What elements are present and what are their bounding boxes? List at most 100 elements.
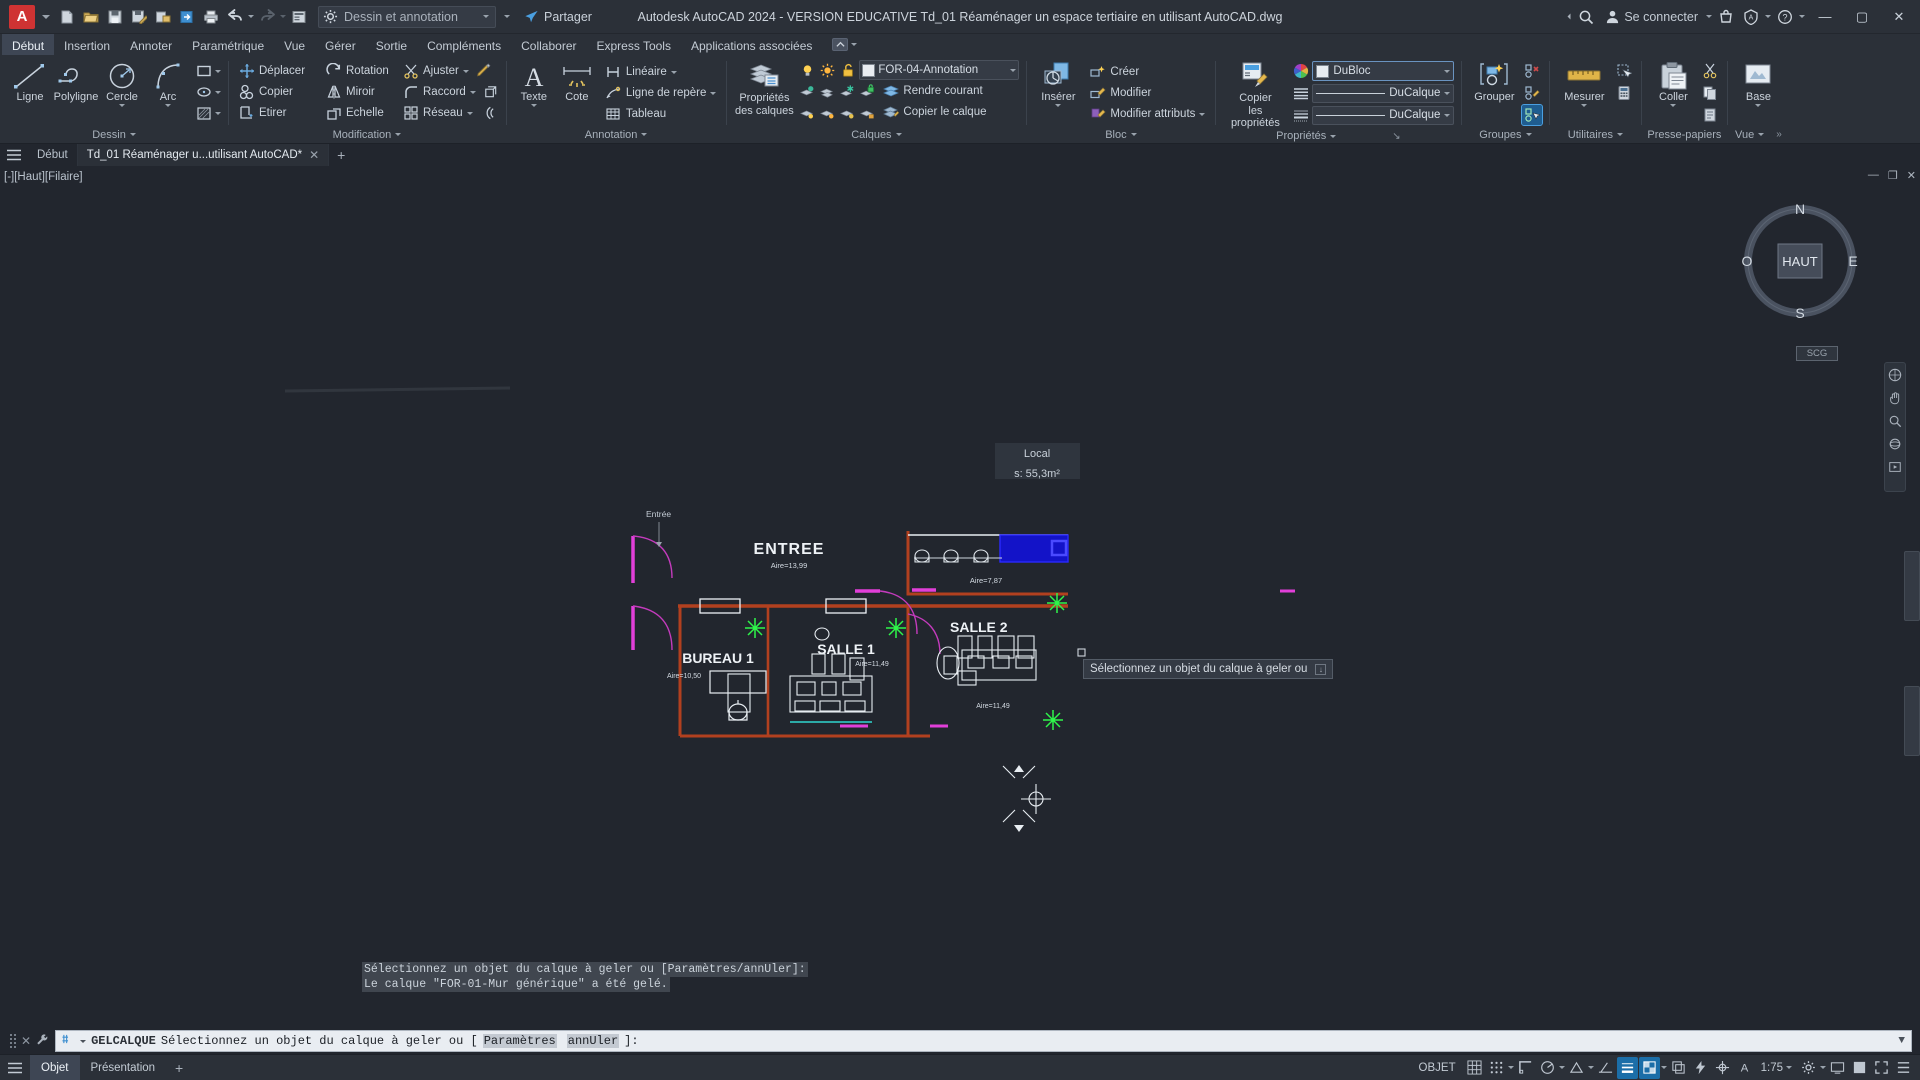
redo-icon[interactable] (256, 6, 278, 28)
document-tab-td01[interactable]: Td_01 Réaménager u...utilisant AutoCAD* … (77, 144, 330, 166)
clipboard-more-icon[interactable] (1700, 105, 1720, 125)
command-option-parametres[interactable]: Paramètres (482, 1034, 557, 1048)
command-input[interactable]: GELCALQUE Sélectionnez un objet du calqu… (55, 1030, 1912, 1052)
panel-title-bloc[interactable]: Bloc (1028, 126, 1213, 143)
panel-title-utilitaires[interactable]: Utilitaires (1551, 126, 1639, 143)
ribbon-tab-annoter[interactable]: Annoter (120, 34, 182, 55)
otrack-icon[interactable] (1595, 1057, 1616, 1079)
tool-modifier-bloc[interactable]: Modifier (1086, 83, 1204, 103)
osnap-chevron-icon[interactable] (1587, 1066, 1594, 1069)
panel-title-vue[interactable]: Vue » (1729, 126, 1787, 143)
hatch-icon[interactable] (195, 105, 212, 122)
tool-deplacer[interactable]: Déplacer (235, 61, 319, 81)
panel-proprietes-chevron-icon[interactable] (1330, 134, 1337, 138)
linetype-combo[interactable]: DuCalque (1312, 83, 1455, 103)
tool-miroir[interactable]: Miroir (322, 82, 396, 102)
lightbulb-on-icon[interactable] (799, 62, 816, 79)
layout-tab-presentation[interactable]: Présentation (80, 1055, 167, 1080)
ribbon-tab-insertion[interactable]: Insertion (54, 34, 120, 55)
tool-arc[interactable]: Arc (145, 59, 191, 107)
osnap-icon[interactable] (1566, 1057, 1587, 1079)
panel-modification-chevron-icon[interactable] (395, 133, 402, 136)
panel-title-calques[interactable]: Calques (728, 126, 1024, 143)
ribbon-tab-debut[interactable]: Début (2, 34, 55, 55)
qat-overflow-chevron-icon[interactable] (504, 15, 510, 18)
isolate-objects-icon[interactable] (1849, 1057, 1870, 1079)
ellipse-icon[interactable] (195, 84, 212, 101)
minimize-window-button[interactable]: — (1808, 1, 1842, 33)
command-line-grip[interactable]: ✕ (0, 1033, 55, 1050)
ribbon-options-chevron-icon[interactable] (851, 43, 858, 46)
panel-title-presse-papiers[interactable]: Presse-papiers (1643, 126, 1725, 143)
transparency-chevron-icon[interactable] (1660, 1066, 1667, 1069)
panel-bloc-chevron-icon[interactable] (1130, 133, 1137, 136)
autodesk-badge-icon[interactable]: A (1740, 6, 1762, 28)
close-tab-icon[interactable]: ✕ (309, 148, 319, 162)
cercle-chevron-down-icon[interactable] (119, 104, 125, 107)
sun-icon[interactable] (819, 62, 836, 79)
ribbon-tab-collaborer[interactable]: Collaborer (511, 34, 586, 55)
ortho-mode-icon[interactable] (1515, 1057, 1536, 1079)
fullscreen-icon[interactable] (1871, 1057, 1892, 1079)
share-button[interactable]: Partager (524, 10, 592, 24)
tool-inserer[interactable]: Insérer (1033, 59, 1083, 107)
copy-clipboard-icon[interactable] (1700, 83, 1720, 103)
unlock-icon[interactable] (839, 62, 856, 79)
new-file-icon[interactable] (56, 6, 78, 28)
ribbon-tab-complements[interactable]: Compléments (417, 34, 511, 55)
layer-on-icon[interactable] (799, 104, 816, 121)
command-expand-chevron-icon[interactable]: ▼ (1898, 1035, 1905, 1047)
panel-calques-chevron-icon[interactable] (895, 133, 902, 136)
panel-groupes-chevron-icon[interactable] (1525, 133, 1532, 136)
base-chevron-down-icon[interactable] (1755, 104, 1762, 107)
rectangle-chevron-down-icon[interactable] (215, 69, 221, 73)
panel-title-proprietes[interactable]: Propriétés ↘ (1217, 129, 1459, 143)
model-layout-menu-button[interactable] (0, 1055, 30, 1080)
tool-raccord[interactable]: Raccord (399, 82, 479, 102)
mesurer-chevron-down-icon[interactable] (1581, 104, 1588, 107)
panel-annotation-chevron-icon[interactable] (641, 133, 648, 136)
lineaire-chevron-down-icon[interactable] (670, 70, 677, 74)
maximize-window-button[interactable]: ▢ (1845, 1, 1879, 33)
cloud-save-icon[interactable] (176, 6, 198, 28)
erase-pencil-icon[interactable] (475, 63, 492, 80)
panel-vue-overflow-icon[interactable]: » (1776, 129, 1782, 140)
ribbon-tab-applications-associees[interactable]: Applications associées (681, 34, 822, 55)
reseau-chevron-down-icon[interactable] (466, 111, 473, 115)
workspace-chevron-down-icon[interactable] (483, 15, 489, 18)
linetype-chevron-down-icon[interactable] (1444, 91, 1451, 95)
calculator-icon[interactable] (1614, 83, 1634, 103)
export-icon[interactable] (152, 6, 174, 28)
polar-tracking-icon[interactable] (1537, 1057, 1558, 1079)
panel-vue-chevron-icon[interactable] (1758, 133, 1765, 136)
lineweight-icon[interactable] (1292, 107, 1309, 124)
layer-thaw-icon[interactable] (839, 104, 856, 121)
tool-etirer[interactable]: Etirer (235, 103, 319, 123)
autocad-logo-button[interactable]: A (9, 4, 35, 29)
open-file-icon[interactable] (80, 6, 102, 28)
snap-chevron-icon[interactable] (1507, 1066, 1514, 1069)
help-chevron-down-icon[interactable] (1799, 15, 1805, 18)
tool-rendre-courant[interactable]: Rendre courant (879, 81, 985, 101)
redo-dropdown-chevron-icon[interactable] (280, 15, 286, 18)
start-tab[interactable]: Début (28, 144, 78, 166)
annotation-visibility-icon[interactable] (1690, 1057, 1711, 1079)
command-option-annuler[interactable]: annUler (566, 1034, 620, 1048)
object-color-combo[interactable]: DuBloc (1312, 61, 1455, 81)
command-customize-icon[interactable] (36, 1033, 49, 1050)
save-as-icon[interactable] (128, 6, 150, 28)
ribbon-minimize-control[interactable] (832, 34, 858, 55)
new-document-tab-button[interactable]: + (329, 144, 353, 166)
layout-icon[interactable] (288, 6, 310, 28)
coller-chevron-down-icon[interactable] (1670, 104, 1677, 107)
tool-tableau[interactable]: Tableau (602, 104, 692, 124)
lineweight-chevron-down-icon[interactable] (1444, 113, 1451, 117)
layer-chevron-down-icon[interactable] (1010, 68, 1017, 72)
tool-copier[interactable]: Copier (235, 82, 319, 102)
ajuster-chevron-down-icon[interactable] (462, 69, 469, 73)
tool-echelle[interactable]: Echelle (322, 103, 396, 123)
ligne-repere-chevron-down-icon[interactable] (710, 91, 717, 95)
tool-reseau[interactable]: Réseau (399, 103, 476, 123)
right-dock-panel-1[interactable] (1904, 551, 1920, 621)
layer-isolate-icon[interactable] (799, 83, 816, 100)
